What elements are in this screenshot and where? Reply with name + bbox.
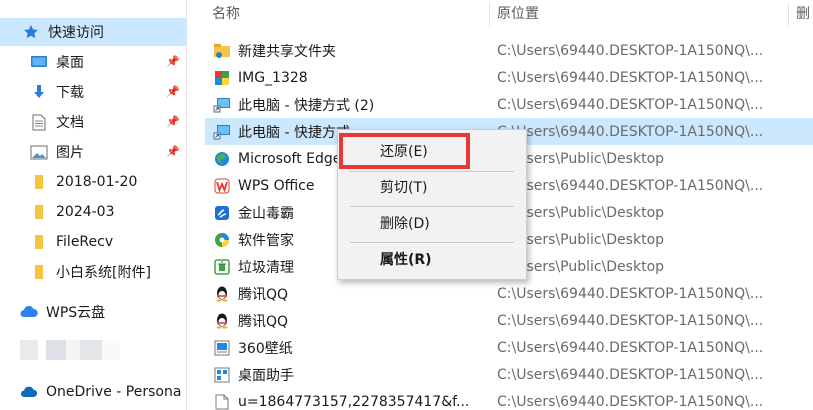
annotation-highlight-box bbox=[339, 133, 470, 169]
folder-icon bbox=[30, 233, 48, 251]
nav-label: 2024-03 bbox=[56, 204, 115, 220]
nav-pictures[interactable]: 图片 📌 bbox=[0, 138, 186, 166]
pin-icon[interactable]: 📌 bbox=[166, 54, 180, 68]
nav-folder-xiaobai[interactable]: 小白系统[附件] bbox=[0, 258, 186, 286]
nav-documents[interactable]: 文档 📌 bbox=[0, 108, 186, 136]
onedrive-cloud-icon bbox=[20, 383, 38, 401]
file-row[interactable]: 腾讯QQ C:\Users\69440.DESKTOP-1A150NQ\... … bbox=[205, 280, 813, 307]
nav-folder-2018-01-20[interactable]: 2018-01-20 bbox=[0, 168, 186, 196]
file-row[interactable]: u=1864773157,2278357417&f... C:\Users\69… bbox=[205, 388, 813, 410]
column-header: 名称 原位置 删 bbox=[187, 0, 813, 28]
menu-item-delete[interactable]: 删除(D) bbox=[338, 210, 526, 238]
folder-icon bbox=[30, 263, 48, 281]
file-name: 软件管家 bbox=[238, 232, 294, 249]
nav-label: 2018-01-20 bbox=[56, 174, 138, 190]
file-location: C:\Users\69440.DESKTOP-1A150NQ\... bbox=[497, 339, 764, 356]
file-name: WPS Office bbox=[238, 177, 315, 194]
file-row[interactable]: 此电脑 - 快捷方式 (2) C:\Users\69440.DESKTOP-1A… bbox=[205, 91, 813, 118]
folder-icon bbox=[30, 203, 48, 221]
nav-desktop[interactable]: 桌面 📌 bbox=[0, 48, 186, 76]
pictures-icon bbox=[30, 143, 48, 161]
pin-icon[interactable]: 📌 bbox=[166, 84, 180, 98]
software-manager-icon bbox=[213, 231, 231, 249]
file-location: C:\Users\69440.DESKTOP-1A150NQ\... bbox=[497, 312, 764, 329]
file-row[interactable]: 桌面助手 C:\Users\69440.DESKTOP-1A150NQ\... … bbox=[205, 361, 813, 388]
column-name-header[interactable]: 名称 bbox=[212, 0, 240, 28]
desktop-folder-icon bbox=[30, 53, 48, 71]
file-location: C:\Users\69440.DESKTOP-1A150NQ\... bbox=[497, 285, 764, 302]
file-name: 腾讯QQ bbox=[238, 313, 289, 330]
desktop-helper-icon bbox=[213, 366, 231, 384]
cleanup-icon bbox=[213, 258, 231, 276]
menu-item-cut[interactable]: 剪切(T) bbox=[338, 174, 526, 202]
menu-separator bbox=[350, 206, 514, 207]
file-location: C:\Users\69440.DESKTOP-1A150NQ\... bbox=[497, 69, 764, 86]
folder-icon bbox=[30, 173, 48, 191]
file-name: 腾讯QQ bbox=[238, 286, 289, 303]
column-location-header[interactable]: 原位置 bbox=[497, 0, 539, 28]
file-row[interactable]: 新建共享文件夹 C:\Users\69440.DESKTOP-1A150NQ\.… bbox=[205, 37, 813, 64]
qq-penguin-icon bbox=[213, 312, 231, 330]
file-row[interactable]: IMG_1328 C:\Users\69440.DESKTOP-1A150NQ\… bbox=[205, 64, 813, 91]
nav-label: FileRecv bbox=[56, 234, 114, 250]
file-location: C:\Users\69440.DESKTOP-1A150NQ\... bbox=[497, 177, 764, 194]
file-location: C:\Users\69440.DESKTOP-1A150NQ\... bbox=[497, 123, 764, 140]
nav-wps-cloud[interactable]: WPS云盘 bbox=[0, 298, 186, 326]
file-name: Microsoft Edge bbox=[238, 150, 342, 167]
file-name: 新建共享文件夹 bbox=[238, 43, 336, 60]
nav-onedrive[interactable]: OneDrive - Persona bbox=[0, 378, 186, 406]
file-icon bbox=[213, 393, 231, 410]
star-icon bbox=[22, 23, 40, 41]
wallpaper-app-icon bbox=[213, 339, 231, 357]
computer-shortcut-icon bbox=[213, 123, 231, 141]
nav-label: OneDrive - Persona bbox=[46, 384, 182, 400]
file-name: 垃圾清理 bbox=[238, 259, 294, 276]
nav-label: 下载 bbox=[56, 85, 84, 101]
nav-label: 小白系统[附件] bbox=[56, 265, 151, 281]
image-file-icon bbox=[213, 69, 231, 87]
nav-label: 快速访问 bbox=[48, 25, 104, 41]
navigation-pane: 快速访问 桌面 📌 下载 📌 文档 📌 图片 📌 2018-01-20 2024… bbox=[0, 0, 187, 410]
document-icon bbox=[30, 113, 48, 131]
wps-icon bbox=[213, 177, 231, 195]
nav-label: 图片 bbox=[56, 145, 84, 161]
qq-penguin-icon bbox=[213, 285, 231, 303]
nav-label: WPS云盘 bbox=[46, 305, 106, 321]
file-location: C:\Users\69440.DESKTOP-1A150NQ\... bbox=[497, 393, 764, 410]
menu-separator bbox=[350, 171, 514, 172]
nav-folder-filerecv[interactable]: FileRecv bbox=[0, 228, 186, 256]
menu-separator bbox=[350, 242, 514, 243]
column-divider[interactable] bbox=[489, 2, 490, 26]
file-name: u=1864773157,2278357417&f... bbox=[238, 393, 470, 410]
cloud-icon bbox=[20, 303, 38, 321]
file-row[interactable]: 360壁纸 C:\Users\69440.DESKTOP-1A150NQ\...… bbox=[205, 334, 813, 361]
file-row[interactable]: 腾讯QQ C:\Users\69440.DESKTOP-1A150NQ\... … bbox=[205, 307, 813, 334]
nav-label: 文档 bbox=[56, 115, 84, 131]
shared-folder-icon bbox=[213, 42, 231, 60]
column-divider[interactable] bbox=[788, 2, 789, 26]
file-location: C:\Users\69440.DESKTOP-1A150NQ\... bbox=[497, 42, 764, 59]
nav-folder-2024-03[interactable]: 2024-03 bbox=[0, 198, 186, 226]
antivirus-icon bbox=[213, 204, 231, 222]
edge-icon bbox=[213, 150, 231, 168]
pin-icon[interactable]: 📌 bbox=[166, 114, 180, 128]
file-location: C:\Users\69440.DESKTOP-1A150NQ\... bbox=[497, 366, 764, 383]
nav-label: 桌面 bbox=[56, 55, 84, 71]
file-name: 此电脑 - 快捷方式 bbox=[238, 124, 350, 141]
pin-icon[interactable]: 📌 bbox=[166, 144, 180, 158]
nav-quick-access[interactable]: 快速访问 bbox=[0, 18, 186, 46]
file-name: 桌面助手 bbox=[238, 367, 294, 384]
column-deleted-header[interactable]: 删 bbox=[796, 0, 810, 28]
file-name: 此电脑 - 快捷方式 (2) bbox=[238, 97, 375, 114]
menu-item-properties[interactable]: 属性(R) bbox=[338, 246, 526, 274]
file-name: 金山毒霸 bbox=[238, 205, 294, 222]
computer-shortcut-icon bbox=[213, 96, 231, 114]
download-arrow-icon bbox=[30, 83, 48, 101]
file-name: IMG_1328 bbox=[238, 69, 308, 86]
nav-downloads[interactable]: 下载 📌 bbox=[0, 78, 186, 106]
file-name: 360壁纸 bbox=[238, 340, 293, 357]
file-location: C:\Users\69440.DESKTOP-1A150NQ\... bbox=[497, 96, 764, 113]
obscured-item bbox=[20, 340, 120, 360]
